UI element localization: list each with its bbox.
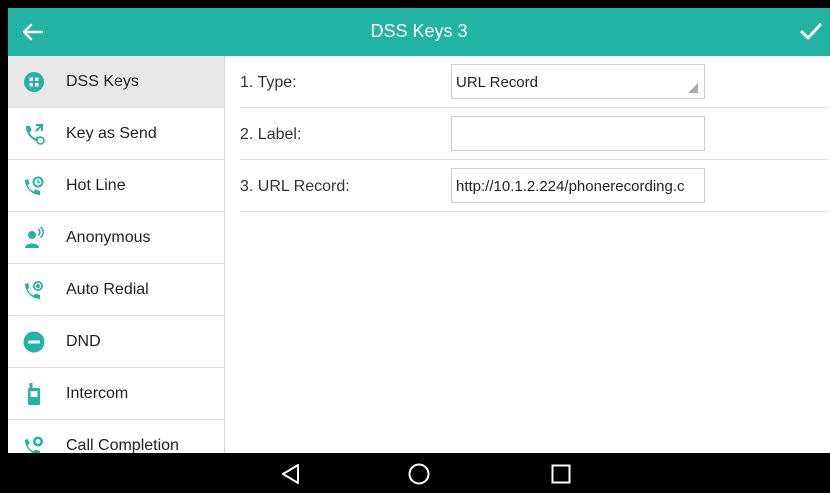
dnd-icon bbox=[23, 331, 45, 353]
type-select-value: URL Record bbox=[456, 74, 538, 91]
intercom-icon bbox=[28, 383, 40, 405]
sidebar-item-label: Intercom bbox=[66, 385, 129, 402]
type-label: 1. Type: bbox=[240, 74, 297, 91]
settings-form: 1. Type: URL Record 2. Label: 3. URL Rec… bbox=[240, 56, 830, 453]
sidebar-item-label: DND bbox=[66, 333, 101, 350]
sidebar-item-label: Hot Line bbox=[66, 177, 126, 194]
sidebar-item-hot-line[interactable]: Hot Line bbox=[8, 160, 224, 212]
title-bar: DSS Keys 3 bbox=[8, 8, 830, 56]
form-row-type: 1. Type: URL Record bbox=[240, 56, 828, 108]
android-nav-bar bbox=[8, 453, 830, 493]
sidebar-item-label: Key as Send bbox=[66, 125, 157, 142]
sidebar-item-label: Anonymous bbox=[66, 229, 151, 246]
page-title: DSS Keys 3 bbox=[370, 21, 468, 41]
phone-redial-icon bbox=[25, 281, 43, 299]
url-record-input[interactable]: http://10.1.2.224/phonerecording.c bbox=[451, 168, 705, 203]
nav-recents-icon[interactable] bbox=[548, 461, 574, 487]
sidebar-item-key-as-send[interactable]: Key as Send bbox=[8, 108, 224, 160]
sidebar-item-label: DSS Keys bbox=[66, 73, 139, 90]
sidebar-item-intercom[interactable]: Intercom bbox=[8, 368, 224, 420]
sidebar-item-auto-redial[interactable]: Auto Redial bbox=[8, 264, 224, 316]
checkmark-icon[interactable] bbox=[798, 19, 824, 45]
sidebar-item-label: Auto Redial bbox=[66, 281, 149, 298]
sidebar-item-dnd[interactable]: DND bbox=[8, 316, 224, 368]
nav-back-icon[interactable] bbox=[278, 461, 304, 487]
phone-key-icon bbox=[26, 124, 45, 145]
grid-icon bbox=[24, 72, 44, 92]
sidebar-item-label: Call Completion bbox=[66, 437, 179, 453]
sidebar: DSS Keys Key as Send Hot Line Anonymous … bbox=[8, 56, 225, 453]
phone-completion-icon bbox=[25, 436, 43, 453]
sidebar-item-call-completion[interactable]: Call Completion bbox=[8, 420, 224, 453]
anonymous-user-icon bbox=[25, 226, 44, 248]
nav-home-icon[interactable] bbox=[406, 461, 432, 487]
dropdown-corner-icon bbox=[688, 83, 698, 93]
phone-hotline-icon bbox=[25, 176, 44, 195]
url-record-label: 3. URL Record: bbox=[240, 178, 350, 195]
form-row-url-record: 3. URL Record: http://10.1.2.224/phonere… bbox=[240, 160, 828, 212]
type-select[interactable]: URL Record bbox=[451, 64, 705, 99]
label-label: 2. Label: bbox=[240, 126, 302, 143]
phone-screen: DSS Keys 3 DSS Keys Key as Send Hot Line… bbox=[8, 8, 830, 493]
form-row-label: 2. Label: bbox=[240, 108, 828, 160]
sidebar-item-dss-keys[interactable]: DSS Keys bbox=[8, 56, 224, 108]
sidebar-item-anonymous[interactable]: Anonymous bbox=[8, 212, 224, 264]
label-input[interactable] bbox=[451, 116, 705, 151]
